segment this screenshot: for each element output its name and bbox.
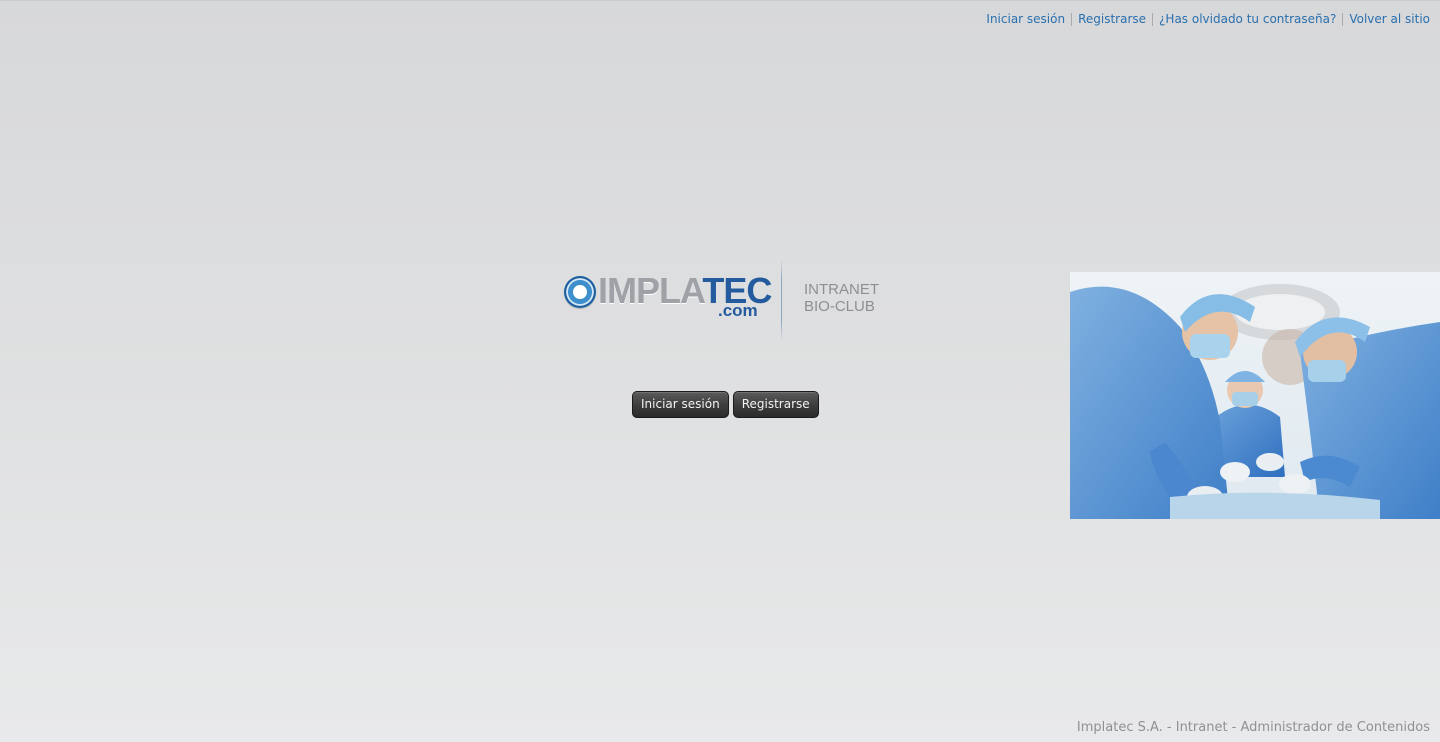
logo-subtitle: INTRANET BIO-CLUB: [804, 281, 879, 315]
logo-domain: .com: [718, 301, 758, 320]
surgeons-photo: [1070, 272, 1440, 519]
footer-text: Implatec S.A. - Intranet - Administrador…: [1076, 720, 1430, 735]
top-nav-back-to-site-link[interactable]: Volver al sitio: [1343, 11, 1430, 27]
logo-divider: [781, 259, 782, 341]
auth-actions: Iniciar sesión Registrarse: [632, 391, 819, 418]
top-nav: Iniciar sesión Registrarse ¿Has olvidado…: [980, 11, 1430, 27]
logo-subtitle-line1: INTRANET: [804, 281, 879, 298]
login-button[interactable]: Iniciar sesión: [632, 391, 729, 418]
register-button[interactable]: Registrarse: [732, 391, 819, 418]
implatec-logo-mark-icon: [564, 276, 596, 308]
top-nav-forgot-password-link[interactable]: ¿Has olvidado tu contraseña?: [1153, 11, 1342, 27]
logo-wordmark-impla: IMPLA: [598, 270, 703, 311]
logo-subtitle-line2: BIO-CLUB: [804, 298, 875, 315]
top-nav-login-link[interactable]: Iniciar sesión: [980, 11, 1071, 27]
implatec-logo: IMPLATEC .com INTRANET BIO-CLUB: [564, 259, 884, 341]
top-nav-register-link[interactable]: Registrarse: [1072, 11, 1152, 27]
